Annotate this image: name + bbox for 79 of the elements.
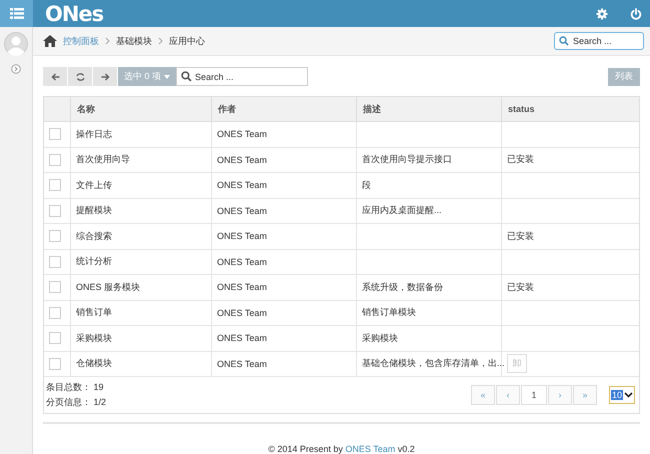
row-checkbox[interactable] xyxy=(49,154,61,166)
caret-icon xyxy=(164,74,170,78)
table-cell: 提醒模块 xyxy=(76,205,112,216)
table-cell: ONES Team xyxy=(217,333,267,344)
status-text: 已安装 xyxy=(507,282,534,292)
chevron-icon xyxy=(105,37,110,45)
row-checkbox[interactable] xyxy=(49,332,61,344)
row-checkbox[interactable] xyxy=(49,204,61,217)
table-cell: 销售订单 xyxy=(76,307,112,318)
table-cell: ONES Team xyxy=(217,180,267,190)
previous-page-button[interactable]: ‹ xyxy=(496,385,520,405)
power-icon[interactable] xyxy=(630,8,642,20)
menu-icon xyxy=(10,8,24,19)
search-field[interactable]: Search ... xyxy=(176,67,308,86)
back-button[interactable] xyxy=(43,67,67,86)
status-text: 已安装 xyxy=(507,230,534,241)
next-page-button[interactable]: › xyxy=(548,385,572,405)
table-cell: ONES Team xyxy=(217,231,267,242)
status-text: 已安装 xyxy=(507,154,534,164)
brand-logo[interactable]: ONes xyxy=(45,2,104,26)
list-view-button[interactable]: 列表 xyxy=(608,68,640,86)
summary-text: 条目总数： 19 xyxy=(46,381,105,394)
column-header[interactable]: 名称 xyxy=(77,104,95,114)
table-cell: 首次使用向导 xyxy=(76,154,130,164)
footer-link[interactable]: ONES Team xyxy=(345,444,396,454)
last-page-button[interactable]: » xyxy=(572,385,597,405)
collapse-icon[interactable] xyxy=(11,64,21,74)
avatar-icon xyxy=(4,32,28,56)
breadcrumb-item: 基础模块 xyxy=(116,34,152,48)
table-cell: 采购模块 xyxy=(362,332,398,343)
breadcrumb-item: 应用中心 xyxy=(169,34,205,48)
table-cell: 综合搜索 xyxy=(76,230,112,241)
arrow-right-icon xyxy=(100,72,110,80)
footer-text: © 2014 Present by ONES Team v0.2 xyxy=(267,444,416,454)
row-checkbox[interactable] xyxy=(49,179,61,192)
forward-button[interactable] xyxy=(93,67,117,86)
settings-icon[interactable] xyxy=(596,8,608,20)
row-checkbox[interactable] xyxy=(49,306,61,319)
table-cell: ONES Team xyxy=(217,282,267,292)
refresh-icon xyxy=(76,72,84,80)
table-cell: 销售订单模块 xyxy=(362,307,416,318)
refresh-button[interactable] xyxy=(68,67,92,86)
first-page-button[interactable]: « xyxy=(470,385,495,405)
search-field[interactable]: Search ... xyxy=(554,32,644,50)
summary-text: 分页信息： 1/2 xyxy=(46,396,106,409)
chevron-icon xyxy=(158,37,163,45)
table-cell: 段 xyxy=(362,180,371,190)
table-cell: 仓储模块 xyxy=(76,358,112,368)
uninstall-button[interactable]: 卸 xyxy=(507,354,527,374)
menu-button[interactable] xyxy=(0,0,33,27)
row-checkbox[interactable] xyxy=(49,128,61,140)
table-cell: ONES Team xyxy=(217,358,267,369)
column-header[interactable]: 作者 xyxy=(218,104,236,114)
row-checkbox[interactable] xyxy=(49,281,61,294)
page-number-button[interactable]: 1 xyxy=(520,385,547,405)
selection-dropdown[interactable]: 选中 0 项 xyxy=(118,67,176,86)
table-cell: 基础仓储模块，包含库存清单，出... xyxy=(362,358,505,368)
table-cell: ONES 服务模块 xyxy=(76,282,140,292)
table-cell: 统计分析 xyxy=(76,256,112,266)
table-cell: 系统升级，数据备份 xyxy=(362,282,443,292)
table-cell: ONES Team xyxy=(217,256,267,267)
breadcrumb-link[interactable]: 控制面板 xyxy=(63,34,99,48)
table-cell: 操作日志 xyxy=(76,128,112,139)
column-header[interactable]: status xyxy=(508,104,535,114)
row-checkbox[interactable] xyxy=(49,358,61,370)
table-cell: 文件上传 xyxy=(76,180,112,190)
table-cell: 首次使用向导提示接口 xyxy=(362,154,452,164)
home-icon[interactable] xyxy=(43,35,57,47)
table-cell: ONES Team xyxy=(217,154,267,165)
page-size-select[interactable]: 10 xyxy=(608,386,635,404)
table-cell: ONES Team xyxy=(217,129,267,140)
table-cell: 采购模块 xyxy=(76,332,112,343)
table-cell: 应用内及桌面提醒... xyxy=(362,205,442,216)
table-cell: ONES Team xyxy=(217,308,267,318)
column-header[interactable]: 描述 xyxy=(363,104,381,114)
row-checkbox[interactable] xyxy=(49,256,61,268)
arrow-left-icon xyxy=(50,72,60,80)
table-cell: ONES Team xyxy=(217,206,267,216)
row-checkbox[interactable] xyxy=(49,230,61,242)
